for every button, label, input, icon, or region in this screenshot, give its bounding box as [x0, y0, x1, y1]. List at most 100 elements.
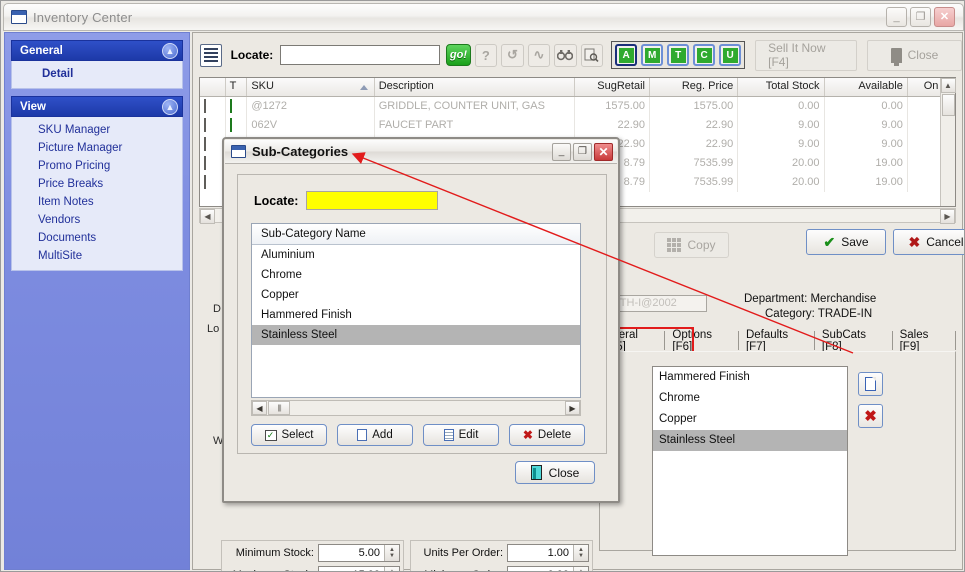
tab-sales[interactable]: Sales [F9]: [893, 329, 956, 353]
minimum-order-stepper[interactable]: 0.00 ▲ ▼: [507, 566, 589, 571]
sidebar-item-sku-manager[interactable]: SKU Manager: [12, 121, 182, 139]
dialog-close-button[interactable]: ✕: [594, 142, 613, 161]
help-icon[interactable]: ?: [474, 43, 498, 67]
row-checkbox[interactable]: [204, 175, 206, 189]
filter-icon[interactable]: ∿: [527, 43, 551, 67]
search-input[interactable]: [280, 45, 441, 65]
sidebar-item-promo-pricing[interactable]: Promo Pricing: [12, 157, 182, 175]
list-item[interactable]: Stainless Steel: [653, 430, 847, 451]
delete-subcat-button[interactable]: ✖: [858, 404, 883, 428]
sell-it-now-button[interactable]: Sell It Now [F4]: [755, 39, 857, 71]
add-button[interactable]: Add: [337, 424, 413, 446]
list-item[interactable]: Aluminium: [252, 245, 580, 265]
dialog-close-action-button[interactable]: Close: [515, 461, 595, 484]
delete-button[interactable]: ✖ Delete: [509, 424, 585, 446]
list-item[interactable]: Copper: [252, 285, 580, 305]
filter-letter-a[interactable]: A: [615, 44, 638, 66]
row-checkbox[interactable]: [204, 137, 206, 151]
scroll-left-arrow-icon[interactable]: ◀: [200, 209, 215, 224]
grid-col-description[interactable]: Description: [375, 78, 576, 96]
close-button[interactable]: ✕: [934, 7, 955, 27]
maximize-button[interactable]: ❐: [910, 7, 931, 27]
dialog-minimize-button[interactable]: _: [552, 142, 571, 161]
sidebar-item-picture-manager[interactable]: Picture Manager: [12, 139, 182, 157]
dialog-list-horizontal-scrollbar[interactable]: ◀ |||| ▶: [251, 400, 581, 416]
list-item[interactable]: Chrome: [252, 265, 580, 285]
grid-col-totalstock[interactable]: Total Stock: [738, 78, 825, 96]
edit-label: Edit: [458, 429, 479, 441]
maximum-stock-spin-buttons[interactable]: ▲ ▼: [384, 567, 399, 571]
add-subcat-button[interactable]: [858, 372, 883, 396]
sidebar-item-price-breaks[interactable]: Price Breaks: [12, 175, 182, 193]
sidebar-item-item-notes[interactable]: Item Notes: [12, 193, 182, 211]
units-per-order-stepper[interactable]: 1.00 ▲ ▼: [507, 544, 589, 562]
sidebar-item-multisite[interactable]: MultiSite: [12, 247, 182, 265]
scroll-left-arrow-icon[interactable]: ◀: [252, 401, 267, 415]
units-per-order-spin-buttons[interactable]: ▲ ▼: [573, 545, 588, 561]
scroll-thumb[interactable]: [941, 94, 955, 116]
filter-letter-t[interactable]: T: [667, 44, 690, 66]
sidebar-item-detail[interactable]: Detail: [12, 65, 182, 83]
find-icon[interactable]: [554, 43, 577, 67]
grid-vertical-scrollbar[interactable]: ▲: [940, 78, 956, 206]
sidebar-group-view-header[interactable]: View ▲: [11, 96, 183, 117]
grid-col-type[interactable]: T: [226, 78, 248, 96]
minimum-stock-stepper[interactable]: 5.00 ▲ ▼: [318, 544, 400, 562]
close-toolbar-button[interactable]: Close: [866, 39, 962, 71]
maximum-stock-stepper[interactable]: 15.00 ▲ ▼: [318, 566, 400, 571]
minimum-stock-spin-buttons[interactable]: ▲ ▼: [384, 545, 399, 561]
units-per-order-value[interactable]: 1.00: [508, 545, 573, 561]
subcat-list[interactable]: Hammered Finish Chrome Copper Stainless …: [652, 366, 848, 556]
preview-icon[interactable]: [580, 43, 604, 67]
filter-letter-u[interactable]: U: [719, 44, 742, 66]
minimize-button[interactable]: _: [886, 7, 907, 27]
list-item[interactable]: Hammered Finish: [252, 305, 580, 325]
grid-col-available[interactable]: Available: [825, 78, 908, 96]
tab-subcats[interactable]: SubCats [F8]: [815, 329, 893, 353]
list-menu-icon[interactable]: [200, 43, 222, 67]
edit-button[interactable]: Edit: [423, 424, 499, 446]
row-checkbox[interactable]: [204, 118, 206, 132]
list-item[interactable]: Stainless Steel: [252, 325, 580, 345]
select-button[interactable]: ✓ Select: [251, 424, 327, 446]
sidebar-group-general-header[interactable]: General ▲: [11, 40, 183, 61]
chevron-up-icon[interactable]: ▲: [162, 43, 178, 59]
list-item[interactable]: Chrome: [653, 388, 847, 409]
spin-down-icon[interactable]: ▼: [389, 553, 395, 559]
filter-letter-c[interactable]: C: [693, 44, 716, 66]
filter-letter-m[interactable]: M: [641, 44, 664, 66]
refresh-icon[interactable]: ↺: [501, 43, 524, 67]
grid-col-sugretail[interactable]: SugRetail: [575, 78, 650, 96]
grid-col-checkbox[interactable]: [200, 78, 226, 96]
minimum-stock-value[interactable]: 5.00: [319, 545, 384, 561]
minimum-order-value[interactable]: 0.00: [508, 567, 573, 571]
row-checkbox[interactable]: [204, 156, 206, 170]
scroll-thumb[interactable]: ||||: [268, 401, 290, 415]
maximum-stock-value[interactable]: 15.00: [319, 567, 384, 571]
go-button[interactable]: go!: [446, 44, 471, 66]
row-checkbox[interactable]: [204, 99, 206, 113]
copy-button[interactable]: Copy: [654, 232, 729, 258]
tab-defaults[interactable]: Defaults [F7]: [739, 329, 815, 353]
list-item[interactable]: Hammered Finish: [653, 367, 847, 388]
grid-col-regprice[interactable]: Reg. Price: [650, 78, 739, 96]
sub-category-listbox[interactable]: Sub-Category Name Aluminium Chrome Coppe…: [251, 223, 581, 398]
sku-field[interactable]: 0-TH-I@2002: [606, 295, 707, 312]
dialog-maximize-button[interactable]: ❐: [573, 142, 592, 161]
cancel-button[interactable]: ✖ Cancel: [893, 229, 964, 255]
list-item[interactable]: Copper: [653, 409, 847, 430]
sidebar-item-vendors[interactable]: Vendors: [12, 211, 182, 229]
table-row[interactable]: @1272 GRIDDLE, COUNTER UNIT, GAS 1575.00…: [200, 97, 955, 116]
spin-down-icon[interactable]: ▼: [578, 553, 584, 559]
sidebar-item-documents[interactable]: Documents: [12, 229, 182, 247]
dialog-locate-input[interactable]: [306, 191, 439, 210]
chevron-up-icon[interactable]: ▲: [162, 99, 178, 115]
scroll-right-arrow-icon[interactable]: ▶: [940, 209, 955, 224]
save-button[interactable]: ✔ Save: [806, 229, 886, 255]
grid-col-sku[interactable]: SKU: [247, 78, 375, 96]
minimum-order-spin-buttons[interactable]: ▲ ▼: [573, 567, 588, 571]
sub-category-list-header[interactable]: Sub-Category Name: [252, 224, 580, 245]
scroll-up-arrow-icon[interactable]: ▲: [940, 78, 956, 93]
scroll-right-arrow-icon[interactable]: ▶: [565, 401, 580, 415]
table-row[interactable]: 062V FAUCET PART 22.90 22.90 9.00 9.00: [200, 116, 955, 135]
